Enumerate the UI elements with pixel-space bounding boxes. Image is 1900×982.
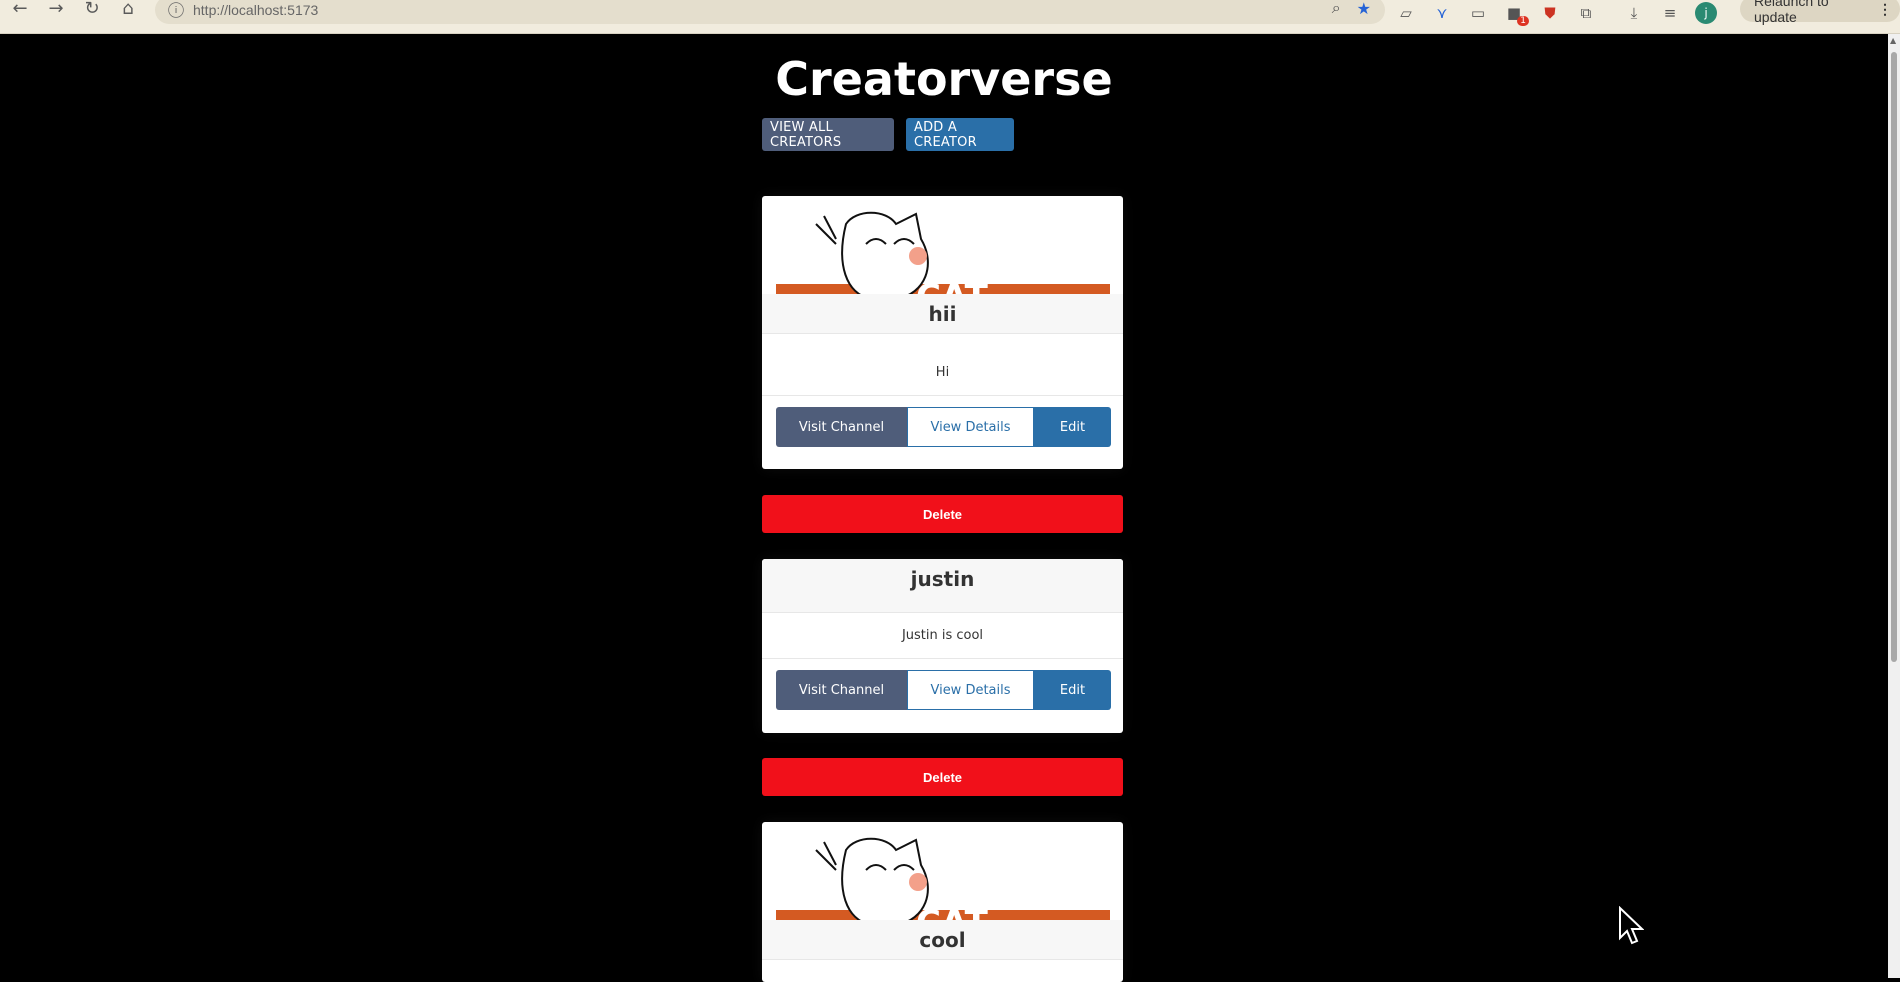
home-icon[interactable]: ⌂ — [110, 0, 146, 20]
edit-button[interactable]: Edit — [1034, 670, 1111, 710]
ublock-shield-icon[interactable]: ⛊ — [1539, 2, 1561, 24]
extensions-puzzle-icon[interactable]: ⧉ — [1575, 2, 1597, 24]
delete-button[interactable]: Delete — [762, 758, 1123, 796]
visit-channel-button[interactable]: Visit Channel — [776, 407, 907, 447]
page-scrollbar[interactable]: ▲ — [1888, 34, 1900, 978]
extension-badge: 1 — [1517, 16, 1529, 26]
bookmark-star-icon[interactable]: ★ — [1357, 0, 1371, 18]
creator-name: hii — [762, 294, 1123, 334]
creator-card: justin Justin is cool Visit Channel View… — [762, 559, 1123, 733]
card-actions: Visit Channel View Details Edit — [776, 670, 1111, 710]
creator-name: justin — [762, 559, 1123, 613]
add-creator-button[interactable]: ADD A CREATOR — [906, 118, 1014, 151]
download-icon[interactable]: ⤓ — [1623, 2, 1645, 24]
creator-description: Hi — [762, 350, 1123, 396]
view-details-button[interactable]: View Details — [907, 670, 1034, 710]
scrollbar-thumb[interactable] — [1891, 52, 1897, 662]
extension-icon-2[interactable]: ⋎ — [1431, 2, 1453, 24]
relaunch-label: Relaunch to update — [1754, 0, 1829, 25]
page-title: Creatorverse — [775, 52, 1113, 106]
forward-icon[interactable]: → — [38, 0, 74, 20]
creator-card: CAT cool — [762, 822, 1123, 982]
creator-image: CAT — [776, 204, 1110, 308]
browser-toolbar: ← → ↻ ⌂ i http://localhost:5173 ⌕ ★ ▱ ⋎ … — [0, 0, 1900, 34]
mouse-cursor-icon — [1619, 906, 1644, 945]
creator-image: CAT — [776, 830, 1110, 934]
extension-icon-4[interactable]: ■ 1 — [1503, 2, 1529, 26]
zoom-icon[interactable]: ⌕ — [1332, 0, 1341, 18]
card-actions: Visit Channel View Details Edit — [776, 407, 1111, 447]
delete-button[interactable]: Delete — [762, 495, 1123, 533]
creator-description: Justin is cool — [762, 613, 1123, 659]
edit-button[interactable]: Edit — [1034, 407, 1111, 447]
visit-channel-button[interactable]: Visit Channel — [776, 670, 907, 710]
back-icon[interactable]: ← — [2, 0, 38, 20]
extension-icon-1[interactable]: ▱ — [1395, 2, 1417, 24]
creator-card: CAT hii Hi Visit Channel View Details Ed… — [762, 196, 1123, 469]
view-details-button[interactable]: View Details — [907, 407, 1034, 447]
more-menu-icon[interactable]: ⋮ — [1878, 1, 1892, 18]
url-text[interactable]: http://localhost:5173 — [193, 2, 318, 18]
scroll-up-icon[interactable]: ▲ — [1890, 36, 1896, 45]
media-queue-icon[interactable]: ≡ — [1659, 2, 1681, 24]
address-bar[interactable]: i http://localhost:5173 ⌕ ★ — [155, 0, 1385, 24]
view-all-creators-button[interactable]: VIEW ALL CREATORS — [762, 118, 894, 151]
profile-avatar[interactable]: j — [1695, 2, 1717, 24]
relaunch-button[interactable]: Relaunch to update ⋮ — [1740, 0, 1900, 25]
reload-icon[interactable]: ↻ — [74, 0, 110, 20]
extension-icon-3[interactable]: ▭ — [1467, 2, 1489, 24]
creator-name: cool — [762, 920, 1123, 960]
site-info-icon[interactable]: i — [168, 2, 184, 18]
